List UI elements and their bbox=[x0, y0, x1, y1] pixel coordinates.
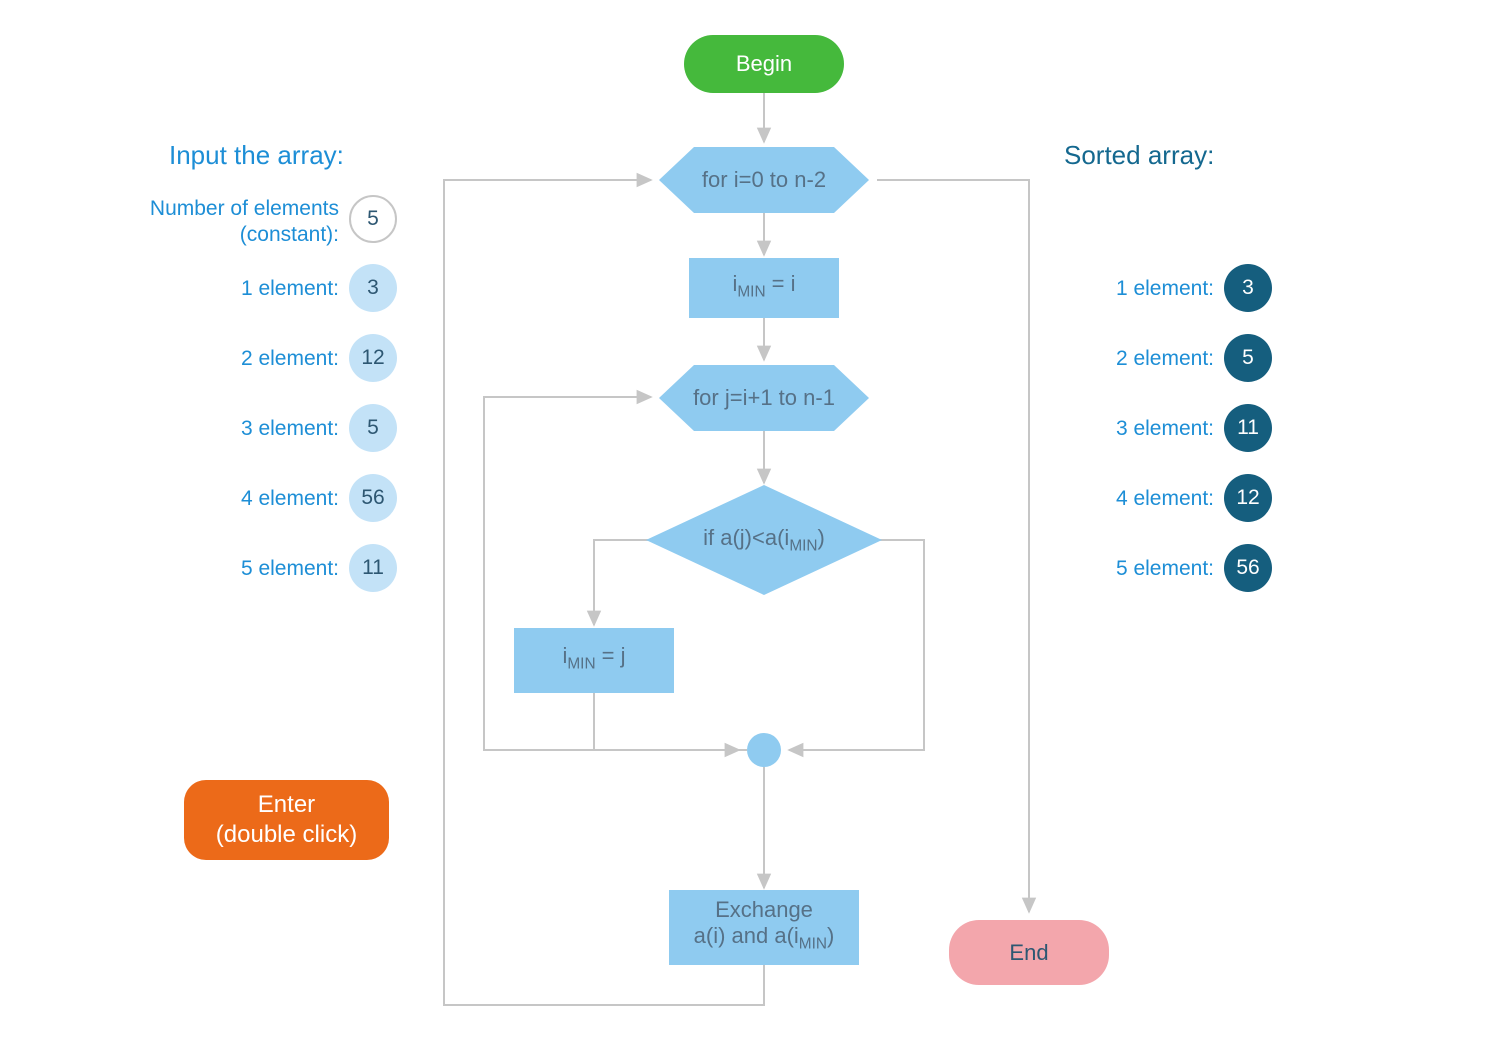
input-element-label: 4 element: bbox=[194, 487, 339, 511]
sorted-element-label: 1 element: bbox=[1064, 277, 1214, 301]
input-element-value: 56 bbox=[349, 474, 397, 522]
input-element-label: 2 element: bbox=[194, 347, 339, 371]
diagram-canvas: Input the array: Number of elements (con… bbox=[94, 0, 1406, 1060]
input-element-value: 11 bbox=[349, 544, 397, 592]
input-element-label: 5 element: bbox=[194, 557, 339, 581]
input-element-value: 3 bbox=[349, 264, 397, 312]
flow-condition: if a(j)<a(iMIN) bbox=[646, 485, 882, 595]
flow-for-j: for j=i+1 to n-1 bbox=[659, 365, 869, 431]
enter-button-label: Enter (double click) bbox=[216, 790, 357, 850]
sorted-title: Sorted array: bbox=[1064, 140, 1214, 171]
input-title: Input the array: bbox=[169, 140, 344, 171]
flow-end: End bbox=[949, 920, 1109, 985]
flow-for-i: for i=0 to n-2 bbox=[659, 147, 869, 213]
num-elements-value: 5 bbox=[349, 195, 397, 243]
flow-exchange: Exchange a(i) and a(iMIN) bbox=[669, 890, 859, 965]
input-element-label: 3 element: bbox=[194, 417, 339, 441]
sorted-element-value: 12 bbox=[1224, 474, 1272, 522]
sorted-element-value: 5 bbox=[1224, 334, 1272, 382]
input-element-value: 5 bbox=[349, 404, 397, 452]
sorted-element-label: 2 element: bbox=[1064, 347, 1214, 371]
flow-imin-eq-j: iMIN = j bbox=[514, 628, 674, 693]
sorted-element-label: 5 element: bbox=[1064, 557, 1214, 581]
enter-button[interactable]: Enter (double click) bbox=[184, 780, 389, 860]
sorted-element-value: 11 bbox=[1224, 404, 1272, 452]
num-elements-label: Number of elements (constant): bbox=[114, 196, 339, 248]
sorted-element-label: 4 element: bbox=[1064, 487, 1214, 511]
flow-begin: Begin bbox=[684, 35, 844, 93]
flow-imin-eq-i: iMIN = i bbox=[689, 258, 839, 318]
sorted-element-value: 56 bbox=[1224, 544, 1272, 592]
sorted-element-label: 3 element: bbox=[1064, 417, 1214, 441]
flow-junction bbox=[747, 733, 781, 767]
input-element-label: 1 element: bbox=[194, 277, 339, 301]
sorted-element-value: 3 bbox=[1224, 264, 1272, 312]
input-element-value: 12 bbox=[349, 334, 397, 382]
